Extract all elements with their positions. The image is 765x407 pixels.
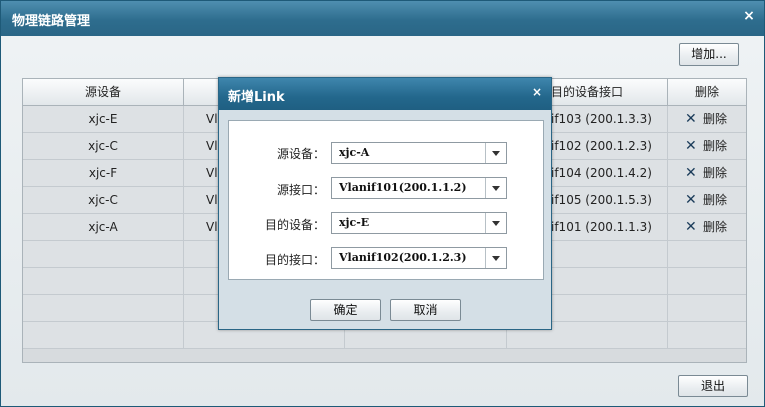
dialog-form-panel: 源设备： xjc-A 源接口： Vlanif101(200.1.1.2) 目的设… [228, 120, 544, 280]
x-icon: ✕ [685, 138, 697, 154]
cancel-button[interactable]: 取消 [390, 299, 461, 321]
src-port-select[interactable]: Vlanif101(200.1.1.2) [331, 177, 507, 199]
delete-label: 删除 [703, 220, 728, 234]
src-device-select[interactable]: xjc-A [331, 142, 507, 164]
cell-src-device [23, 295, 184, 321]
cell-src-device: xjc-A [23, 214, 184, 240]
cell-delete [668, 322, 746, 348]
chevron-down-icon[interactable] [485, 178, 506, 198]
add-button[interactable]: 增加... [679, 43, 739, 66]
window-close-icon[interactable]: × [742, 9, 756, 23]
cell-src-device [23, 268, 184, 294]
column-header-delete[interactable]: 删除 [668, 79, 746, 105]
cell-src-device [23, 322, 184, 348]
delete-label: 删除 [703, 112, 728, 126]
src-device-value: xjc-A [339, 146, 370, 159]
dst-port-label: 目的接口： [264, 253, 325, 267]
link-manager-window: 物理链路管理 × 增加... 源设备 目的设备接口 删除 xjc-E Vl if10… [0, 0, 765, 407]
dst-device-select[interactable]: xjc-E [331, 212, 507, 234]
cell-delete [668, 295, 746, 321]
x-icon: ✕ [685, 165, 697, 181]
window-title: 物理链路管理 [12, 14, 91, 29]
src-device-label: 源设备： [276, 147, 325, 161]
dialog-close-icon[interactable]: × [531, 86, 543, 98]
delete-link-button[interactable]: ✕ 删除 [668, 214, 746, 240]
cell-src-device: xjc-E [23, 106, 184, 132]
ok-button[interactable]: 确定 [310, 299, 381, 321]
dialog-title-bar: 新增Link × [219, 78, 551, 110]
delete-link-button[interactable]: ✕ 删除 [668, 106, 746, 132]
cell-delete [668, 241, 746, 267]
delete-label: 删除 [703, 139, 728, 153]
cell-src-device: xjc-C [23, 133, 184, 159]
column-header-src-device[interactable]: 源设备 [23, 79, 184, 105]
chevron-down-icon[interactable] [485, 143, 506, 163]
delete-link-button[interactable]: ✕ 删除 [668, 187, 746, 213]
cell-src-device: xjc-C [23, 187, 184, 213]
src-port-value: Vlanif101(200.1.1.2) [339, 181, 467, 194]
dst-device-value: xjc-E [339, 216, 370, 229]
window-title-bar: 物理链路管理 × [1, 1, 764, 36]
dst-device-label: 目的设备： [264, 218, 325, 232]
delete-label: 删除 [703, 193, 728, 207]
src-port-label: 源接口： [276, 183, 325, 197]
x-icon: ✕ [685, 192, 697, 208]
dialog-title: 新增Link [228, 90, 285, 105]
new-link-dialog: 新增Link × 源设备： xjc-A 源接口： Vlanif101(200.1… [218, 77, 552, 330]
cell-src-device: xjc-F [23, 160, 184, 186]
cell-src-device [23, 241, 184, 267]
x-icon: ✕ [685, 111, 697, 127]
exit-button[interactable]: 退出 [678, 375, 748, 397]
delete-link-button[interactable]: ✕ 删除 [668, 133, 746, 159]
x-icon: ✕ [685, 219, 697, 235]
dst-port-select[interactable]: Vlanif102(200.1.2.3) [331, 247, 507, 269]
chevron-down-icon[interactable] [485, 213, 506, 233]
chevron-down-icon[interactable] [485, 248, 506, 268]
cell-delete [668, 268, 746, 294]
delete-link-button[interactable]: ✕ 删除 [668, 160, 746, 186]
delete-label: 删除 [703, 166, 728, 180]
dst-port-value: Vlanif102(200.1.2.3) [339, 251, 467, 264]
